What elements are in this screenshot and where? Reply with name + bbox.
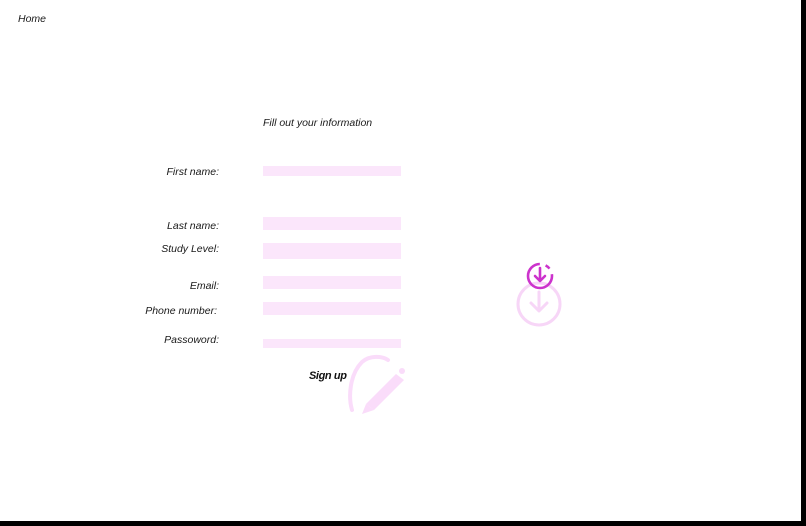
phone-number-label: Phone number: [145, 305, 217, 317]
home-link[interactable]: Home [18, 13, 46, 25]
last-name-field[interactable] [263, 217, 401, 230]
download-circle-icon[interactable] [525, 262, 555, 292]
email-label: Email: [189, 280, 219, 292]
first-name-label: First name: [166, 166, 219, 178]
signature-pen-icon [348, 354, 405, 414]
form-title: Fill out your information [263, 117, 373, 129]
page: Home Fill out your information First nam… [0, 0, 801, 521]
password-field[interactable] [263, 339, 401, 348]
email-field[interactable] [263, 276, 401, 289]
password-label: Passoword: [164, 334, 219, 346]
study-level-field[interactable] [263, 243, 401, 259]
phone-number-field[interactable] [263, 302, 401, 315]
last-name-label: Last name: [167, 220, 219, 232]
sign-up-button[interactable]: Sign up [309, 370, 347, 382]
study-level-label: Study Level: [161, 243, 219, 255]
first-name-field[interactable] [263, 166, 401, 176]
